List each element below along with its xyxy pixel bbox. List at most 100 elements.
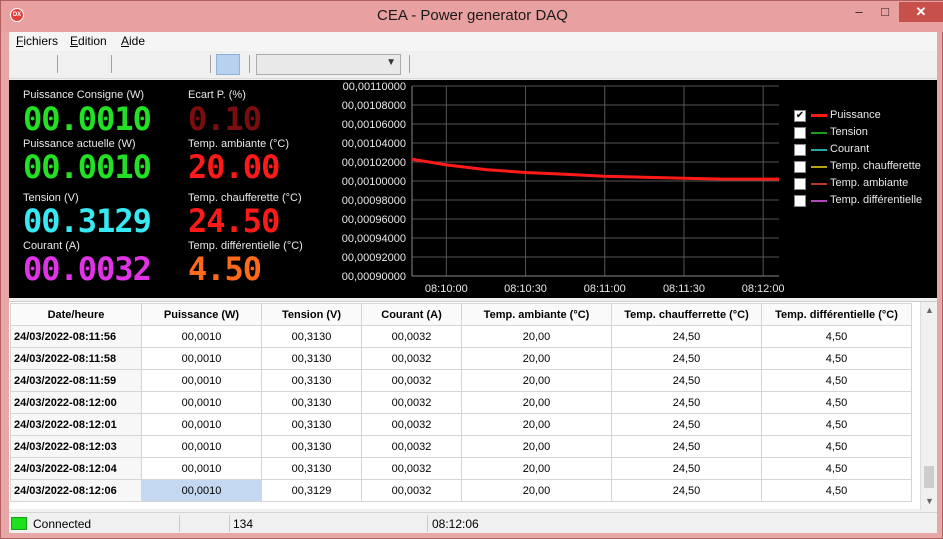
app-window: DX CEA - Power generator DAQ – □ ✕ Fichi… — [0, 0, 943, 539]
legend-item[interactable]: Courant — [794, 142, 943, 159]
legend-checkbox[interactable] — [794, 161, 806, 173]
table-cell[interactable]: 00,3130 — [261, 413, 362, 436]
legend-checkbox[interactable] — [794, 127, 806, 139]
table-cell[interactable]: 24,50 — [611, 435, 762, 458]
table-cell[interactable]: 24/03/2022-08:12:03 — [10, 435, 142, 458]
table-cell[interactable]: 20,00 — [461, 369, 612, 392]
table-cell[interactable]: 00,0032 — [361, 325, 462, 348]
table-cell[interactable]: 4,50 — [761, 369, 912, 392]
legend-checkbox[interactable] — [794, 144, 806, 156]
table-row[interactable]: 24/03/2022-08:12:04 00,0010 00,3130 00,0032… — [10, 457, 912, 480]
table-cell[interactable]: 00,0032 — [361, 479, 462, 502]
table-cell[interactable]: 00,0010 — [141, 479, 262, 502]
legend-item[interactable]: Temp. chaufferette — [794, 159, 943, 176]
column-header[interactable]: Temp. ambiante (°C) — [461, 303, 612, 326]
scroll-down-icon[interactable]: ▼ — [921, 493, 938, 510]
port-select[interactable]: ▼ — [256, 54, 401, 75]
table-cell[interactable]: 00,0032 — [361, 435, 462, 458]
legend-line-swatch — [811, 149, 827, 151]
scrollbar-thumb[interactable] — [924, 466, 934, 488]
close-button[interactable]: ✕ — [899, 2, 943, 22]
table-cell[interactable]: 24/03/2022-08:11:59 — [10, 369, 142, 392]
table-cell[interactable]: 00,3130 — [261, 325, 362, 348]
table-row[interactable]: 24/03/2022-08:12:00 00,0010 00,3130 00,0032… — [10, 391, 912, 414]
table-cell[interactable]: 00,0010 — [141, 325, 262, 348]
menu-aide[interactable]: Aide — [121, 34, 145, 48]
table-cell[interactable]: 00,3130 — [261, 347, 362, 370]
table-cell[interactable]: 24/03/2022-08:12:04 — [10, 457, 142, 480]
column-header[interactable]: Tension (V) — [261, 303, 362, 326]
column-header[interactable]: Puissance (W) — [141, 303, 262, 326]
table-cell[interactable]: 00,0032 — [361, 413, 462, 436]
table-cell[interactable]: 4,50 — [761, 413, 912, 436]
table-cell[interactable]: 24/03/2022-08:11:56 — [10, 325, 142, 348]
column-header[interactable]: Temp. différentielle (°C) — [761, 303, 912, 326]
table-cell[interactable]: 00,0010 — [141, 457, 262, 480]
table-cell[interactable]: 20,00 — [461, 325, 612, 348]
table-cell[interactable]: 4,50 — [761, 457, 912, 480]
table-row[interactable]: 24/03/2022-08:11:59 00,0010 00,3130 00,0032… — [10, 369, 912, 392]
table-row[interactable]: 24/03/2022-08:12:06 00,0010 00,3129 00,0032… — [10, 479, 912, 502]
table-cell[interactable]: 00,0010 — [141, 369, 262, 392]
table-cell[interactable]: 24,50 — [611, 369, 762, 392]
table-cell[interactable]: 00,0010 — [141, 435, 262, 458]
table-cell[interactable]: 24,50 — [611, 457, 762, 480]
y-tick-label: 00,00092000 — [342, 252, 406, 264]
maximize-button[interactable]: □ — [872, 2, 898, 22]
table-cell[interactable]: 20,00 — [461, 479, 612, 502]
menu-edition[interactable]: Edition — [70, 34, 107, 48]
table-cell[interactable]: 20,00 — [461, 435, 612, 458]
legend-checkbox[interactable]: ✔ — [794, 110, 806, 122]
legend-checkbox[interactable] — [794, 195, 806, 207]
table-cell[interactable]: 00,3130 — [261, 369, 362, 392]
table-cell[interactable]: 24,50 — [611, 479, 762, 502]
table-cell[interactable]: 00,0010 — [141, 413, 262, 436]
table-cell[interactable]: 4,50 — [761, 435, 912, 458]
table-cell[interactable]: 24,50 — [611, 325, 762, 348]
table-cell[interactable]: 24/03/2022-08:11:58 — [10, 347, 142, 370]
scroll-up-icon[interactable]: ▲ — [921, 302, 938, 319]
table-cell[interactable]: 00,0010 — [141, 391, 262, 414]
table-cell[interactable]: 20,00 — [461, 457, 612, 480]
table-cell[interactable]: 24/03/2022-08:12:06 — [10, 479, 142, 502]
minimize-button[interactable]: – — [846, 2, 872, 22]
table-cell[interactable]: 00,0032 — [361, 369, 462, 392]
table-cell[interactable]: 24/03/2022-08:12:00 — [10, 391, 142, 414]
table-row[interactable]: 24/03/2022-08:12:01 00,0010 00,3130 00,0032… — [10, 413, 912, 436]
title-bar[interactable]: DX CEA - Power generator DAQ – □ ✕ — [1, 1, 943, 32]
table-cell[interactable]: 00,0032 — [361, 391, 462, 414]
table-cell[interactable]: 00,3129 — [261, 479, 362, 502]
table-cell[interactable]: 4,50 — [761, 479, 912, 502]
legend-item[interactable]: Temp. ambiante — [794, 176, 943, 193]
table-cell[interactable]: 24/03/2022-08:12:01 — [10, 413, 142, 436]
table-cell[interactable]: 00,3130 — [261, 435, 362, 458]
table-cell[interactable]: 00,0032 — [361, 457, 462, 480]
column-header[interactable]: Temp. chaufferrette (°C) — [611, 303, 762, 326]
x-tick-label: 08:12:00 — [742, 283, 785, 295]
toolbar-toggle-button[interactable] — [216, 54, 240, 75]
table-cell[interactable]: 4,50 — [761, 391, 912, 414]
legend-item[interactable]: Temp. différentielle — [794, 193, 943, 210]
table-row[interactable]: 24/03/2022-08:11:58 00,0010 00,3130 00,0032… — [10, 347, 912, 370]
legend-item[interactable]: ✔ Puissance — [794, 108, 943, 125]
table-cell[interactable]: 24,50 — [611, 347, 762, 370]
table-cell[interactable]: 00,0010 — [141, 347, 262, 370]
table-row[interactable]: 24/03/2022-08:12:03 00,0010 00,3130 00,0032… — [10, 435, 912, 458]
table-cell[interactable]: 00,3130 — [261, 457, 362, 480]
table-cell[interactable]: 00,3130 — [261, 391, 362, 414]
table-cell[interactable]: 20,00 — [461, 391, 612, 414]
table-cell[interactable]: 20,00 — [461, 413, 612, 436]
table-cell[interactable]: 20,00 — [461, 347, 612, 370]
menu-fichiers[interactable]: Fichiers — [16, 34, 58, 48]
table-cell[interactable]: 00,0032 — [361, 347, 462, 370]
table-cell[interactable]: 4,50 — [761, 325, 912, 348]
table-cell[interactable]: 24,50 — [611, 391, 762, 414]
legend-item[interactable]: Tension — [794, 125, 943, 142]
table-row[interactable]: 24/03/2022-08:11:56 00,0010 00,3130 00,0032… — [10, 325, 912, 348]
column-header[interactable]: Date/heure — [10, 303, 142, 326]
vertical-scrollbar[interactable]: ▲ ▼ — [920, 302, 937, 510]
table-cell[interactable]: 4,50 — [761, 347, 912, 370]
column-header[interactable]: Courant (A) — [361, 303, 462, 326]
table-cell[interactable]: 24,50 — [611, 413, 762, 436]
legend-checkbox[interactable] — [794, 178, 806, 190]
